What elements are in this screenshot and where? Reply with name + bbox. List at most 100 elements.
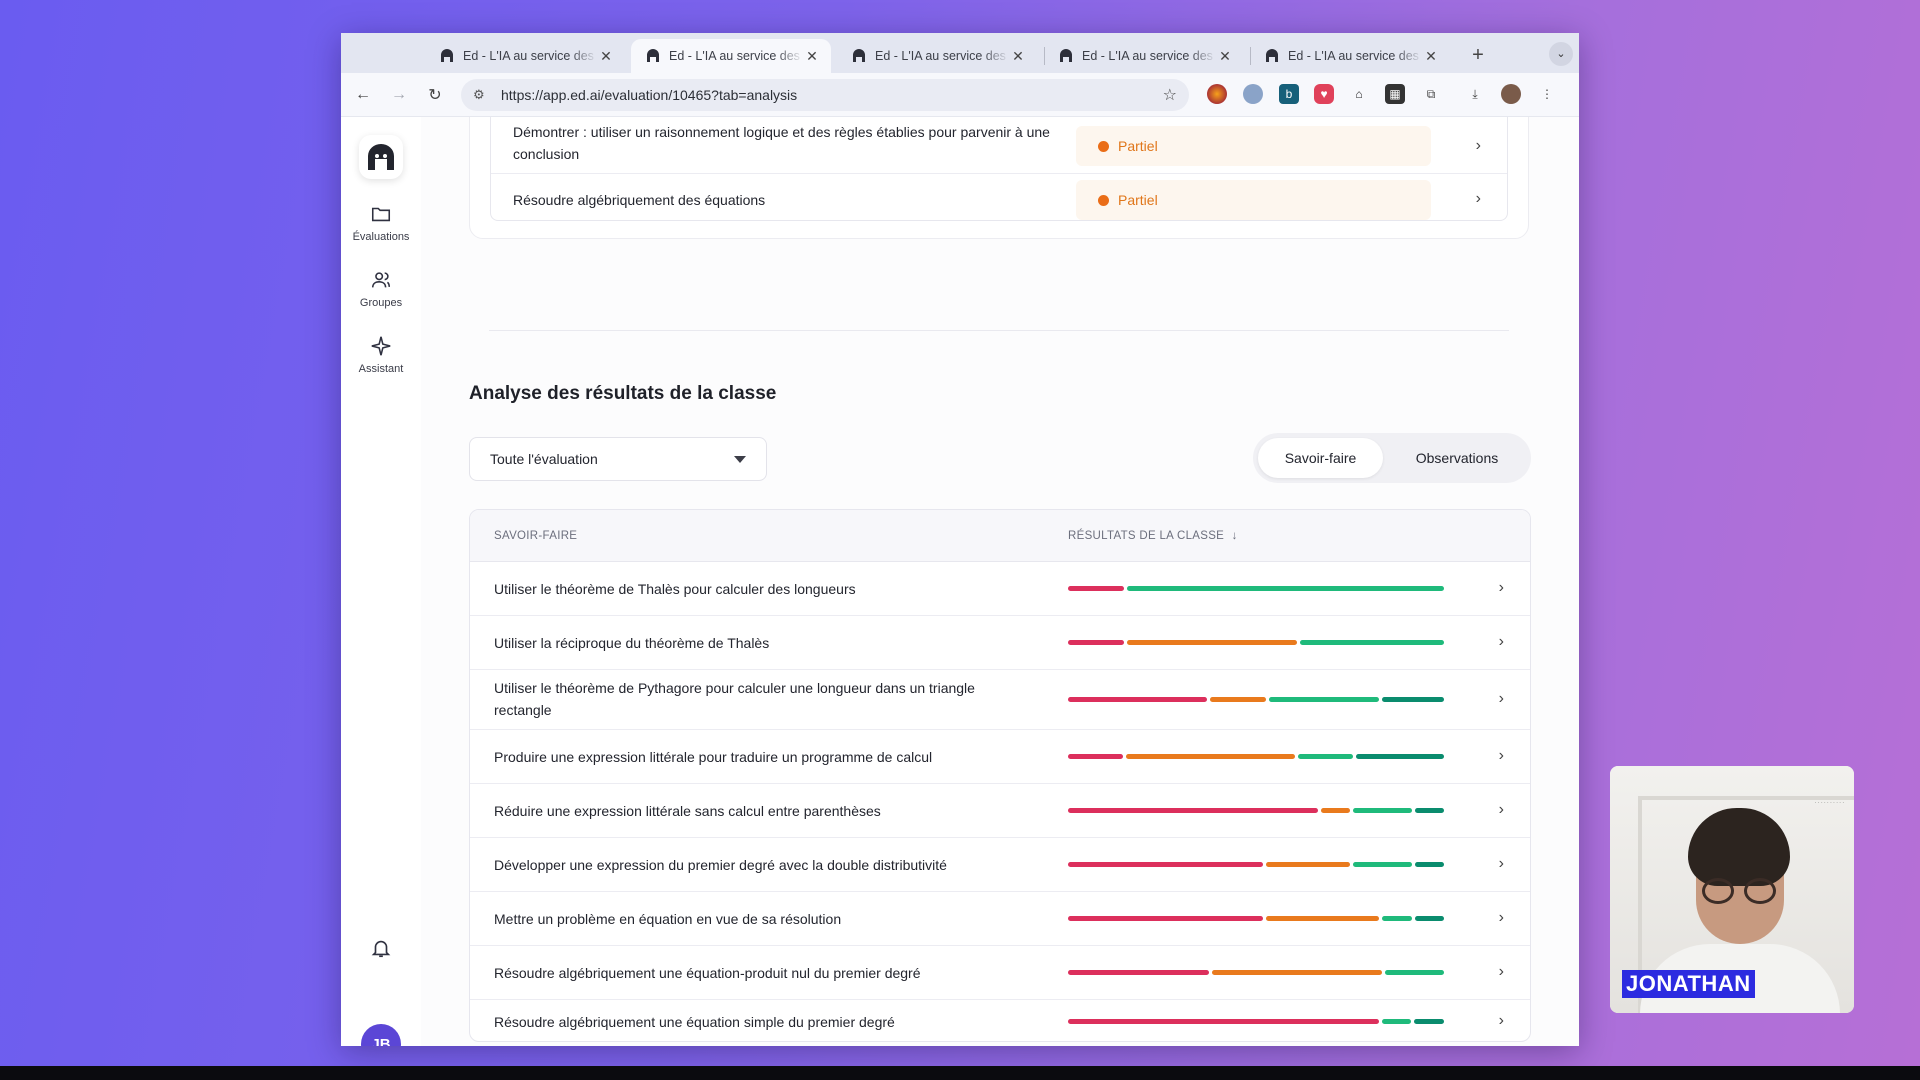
- bar-segment-teal: [1355, 754, 1444, 759]
- address-bar[interactable]: ⚙ https://app.ed.ai/evaluation/10465?tab…: [461, 79, 1189, 111]
- table-row[interactable]: Mettre un problème en équation en vue de…: [470, 892, 1530, 946]
- chevron-right-icon[interactable]: ›: [1476, 190, 1481, 208]
- chevron-right-icon[interactable]: ›: [1499, 801, 1504, 819]
- bar-segment-red: [1068, 754, 1124, 759]
- status-badge: Partiel: [1076, 126, 1431, 166]
- results-bar: [1068, 586, 1444, 591]
- column-header-skill[interactable]: SAVOIR-FAIRE: [494, 530, 577, 542]
- download-icon[interactable]: ⤓: [1465, 84, 1485, 104]
- browser-tab[interactable]: Ed - L'IA au service des enseignants ✕: [837, 39, 1037, 73]
- chevron-right-icon[interactable]: ›: [1499, 579, 1504, 597]
- chevron-right-icon[interactable]: ›: [1499, 909, 1504, 927]
- bar-segment-green: [1299, 640, 1444, 645]
- criteria-row[interactable]: Résoudre algébriquement des équations Pa…: [491, 174, 1507, 230]
- results-table: SAVOIR-FAIRE RÉSULTATS DE LA CLASSE ↓ Ut…: [469, 509, 1531, 1042]
- table-row[interactable]: Réduire une expression littérale sans ca…: [470, 784, 1530, 838]
- results-bar: [1068, 640, 1444, 645]
- skill-label: Produire une expression littérale pour t…: [494, 749, 933, 765]
- tab-title: Ed - L'IA au service des enseignants: [463, 49, 597, 63]
- bar-segment-green: [1382, 916, 1412, 921]
- reload-icon[interactable]: ↻: [421, 81, 449, 109]
- section-title: Analyse des résultats de la classe: [469, 383, 777, 404]
- ed-extension-icon[interactable]: ⌂: [1349, 84, 1369, 104]
- forward-arrow-icon[interactable]: →: [385, 81, 413, 109]
- bar-segment-green: [1126, 586, 1444, 591]
- ed-favicon-icon: [1060, 49, 1072, 62]
- browser-tab-active[interactable]: Ed - L'IA au service des enseignants ✕: [631, 39, 831, 73]
- status-dot-icon: [1098, 194, 1109, 206]
- close-tab-icon[interactable]: ✕: [1216, 48, 1234, 65]
- evaluation-filter-select[interactable]: Toute l'évaluation: [469, 437, 767, 481]
- folder-icon: [371, 207, 391, 222]
- chevron-right-icon[interactable]: ›: [1499, 963, 1504, 981]
- ed-logo[interactable]: [359, 135, 403, 179]
- chevron-right-icon[interactable]: ›: [1499, 633, 1504, 651]
- tab-title: Ed - L'IA au service des enseignants: [1288, 49, 1422, 63]
- tab-search-chevron-icon[interactable]: ⌄: [1549, 42, 1573, 66]
- profile-avatar-icon[interactable]: [1501, 84, 1521, 104]
- close-tab-icon[interactable]: ✕: [1422, 48, 1440, 65]
- sidebar-item-assistant[interactable]: Assistant: [341, 335, 421, 375]
- extensions-puzzle-icon[interactable]: ⧉: [1421, 84, 1441, 104]
- skill-label: Développer une expression du premier deg…: [494, 857, 947, 873]
- bar-segment-green: [1297, 754, 1353, 759]
- criteria-row[interactable]: Démontrer : utiliser un raisonnement log…: [491, 118, 1507, 174]
- chevron-right-icon[interactable]: ›: [1499, 747, 1504, 765]
- table-row[interactable]: Développer une expression du premier deg…: [470, 838, 1530, 892]
- new-tab-icon[interactable]: +: [1464, 41, 1492, 69]
- bar-segment-red: [1068, 640, 1124, 645]
- browser-tab[interactable]: Ed - L'IA au service des enseignants ✕: [1250, 39, 1450, 73]
- sidebar-item-groups[interactable]: Groupes: [341, 269, 421, 309]
- tab-title: Ed - L'IA au service des enseignants: [669, 49, 803, 63]
- bookmark-star-icon[interactable]: ☆: [1163, 85, 1177, 105]
- table-row[interactable]: Résoudre algébriquement une équation sim…: [470, 1000, 1530, 1041]
- table-row[interactable]: Résoudre algébriquement une équation-pro…: [470, 946, 1530, 1000]
- close-tab-icon[interactable]: ✕: [1009, 48, 1027, 65]
- column-header-results[interactable]: RÉSULTATS DE LA CLASSE ↓: [1068, 530, 1238, 542]
- toggle-observations[interactable]: Observations: [1387, 438, 1527, 478]
- ed-favicon-icon: [647, 49, 659, 62]
- criteria-table: Démontrer : utiliser un raisonnement log…: [490, 117, 1508, 221]
- webcam-name-label: JONATHAN: [1622, 970, 1755, 998]
- close-tab-icon[interactable]: ✕: [597, 48, 615, 65]
- bar-segment-green: [1352, 808, 1412, 813]
- extension-grid-icon[interactable]: ▦: [1385, 84, 1405, 104]
- sidebar-item-label: Assistant: [358, 363, 404, 375]
- chevron-right-icon[interactable]: ›: [1499, 690, 1504, 708]
- browser-tab[interactable]: Ed - L'IA au service des enseignants ✕: [425, 39, 625, 73]
- bar-segment-green: [1352, 862, 1412, 867]
- bar-segment-orange: [1126, 640, 1297, 645]
- ed-favicon-icon: [441, 49, 453, 62]
- results-bar: [1068, 970, 1444, 975]
- user-avatar[interactable]: JB: [361, 1024, 401, 1046]
- site-settings-icon[interactable]: ⚙: [473, 87, 495, 103]
- chevron-right-icon[interactable]: ›: [1476, 137, 1481, 155]
- extension-color-icon[interactable]: [1207, 84, 1227, 104]
- pocket-icon[interactable]: ♥: [1314, 84, 1334, 104]
- bar-segment-red: [1068, 1019, 1379, 1024]
- results-bar: [1068, 1019, 1444, 1024]
- criteria-text: Démontrer : utiliser un raisonnement log…: [513, 124, 1050, 162]
- sidebar-item-evaluations[interactable]: Évaluations: [341, 203, 421, 243]
- back-arrow-icon[interactable]: ←: [349, 81, 377, 109]
- tab-title: Ed - L'IA au service des enseignants: [1082, 49, 1216, 63]
- table-row[interactable]: Utiliser la réciproque du théorème de Th…: [470, 616, 1530, 670]
- bar-segment-teal: [1381, 697, 1444, 702]
- bar-segment-teal: [1414, 808, 1444, 813]
- bar-segment-red: [1068, 916, 1263, 921]
- caret-down-icon: [734, 456, 746, 463]
- table-row[interactable]: Utiliser le théorème de Pythagore pour c…: [470, 670, 1530, 730]
- chevron-right-icon[interactable]: ›: [1499, 1012, 1504, 1030]
- table-row[interactable]: Produire une expression littérale pour t…: [470, 730, 1530, 784]
- bell-icon[interactable]: [370, 937, 392, 959]
- extension-b-icon[interactable]: b: [1279, 84, 1299, 104]
- close-tab-icon[interactable]: ✕: [803, 48, 821, 65]
- toggle-savoir-faire[interactable]: Savoir-faire: [1258, 438, 1383, 478]
- chevron-right-icon[interactable]: ›: [1499, 855, 1504, 873]
- browser-menu-icon[interactable]: ⋮: [1537, 84, 1557, 104]
- browser-tab[interactable]: Ed - L'IA au service des enseignants ✕: [1044, 39, 1244, 73]
- skill-label: Réduire une expression littérale sans ca…: [494, 803, 881, 819]
- bar-segment-orange: [1320, 808, 1350, 813]
- extension-feather-icon[interactable]: [1243, 84, 1263, 104]
- table-row[interactable]: Utiliser le théorème de Thalès pour calc…: [470, 562, 1530, 616]
